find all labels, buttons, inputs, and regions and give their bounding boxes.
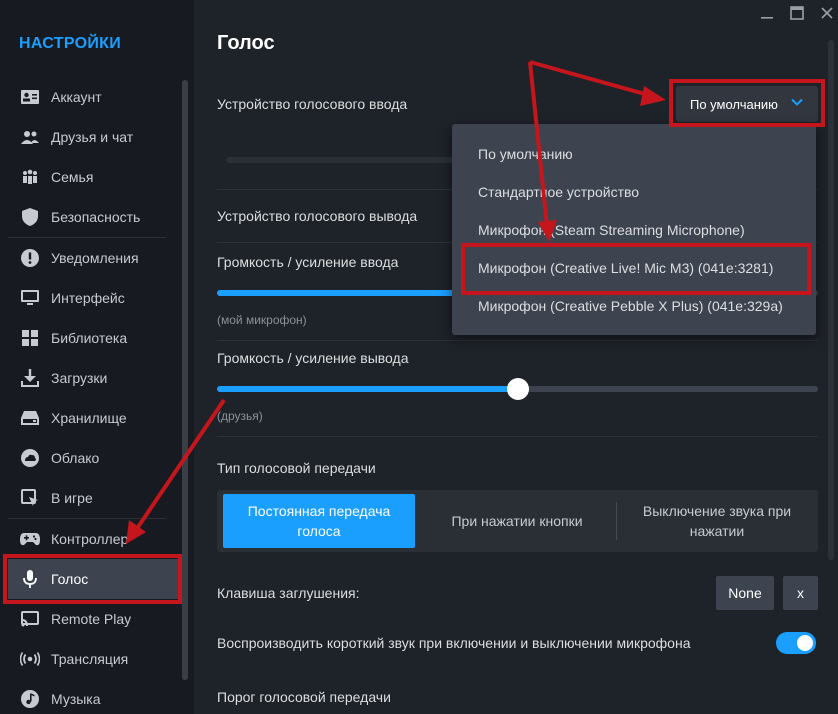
sidebar-item-storage[interactable]: Хранилище xyxy=(8,398,182,438)
sidebar-item-cloud[interactable]: Облако xyxy=(8,438,182,478)
sidebar-item-account[interactable]: Аккаунт xyxy=(8,77,182,117)
annotation-box-dropdown xyxy=(669,79,825,127)
page-title: Голос xyxy=(217,32,275,54)
input-device-label: Устройство голосового ввода xyxy=(217,96,408,112)
sidebar-item-label: Облако xyxy=(51,450,100,466)
output-device-label: Устройство голосового вывода xyxy=(217,208,418,224)
sidebar-item-broadcast[interactable]: Трансляция xyxy=(8,639,182,679)
download-icon xyxy=(20,368,40,388)
transmission-option-push-to-talk[interactable]: При нажатии кнопки xyxy=(417,494,617,548)
sidebar-item-controller[interactable]: Контроллер xyxy=(8,519,182,559)
transmission-label: Тип голосовой передачи xyxy=(217,460,376,476)
output-volume-fill xyxy=(217,386,518,392)
input-volume-fill xyxy=(217,290,457,296)
divider xyxy=(217,436,818,437)
sidebar-item-label: Друзья и чат xyxy=(51,129,134,145)
sidebar-item-family[interactable]: Семья xyxy=(8,157,182,197)
monitor-icon xyxy=(20,288,40,308)
sidebar-item-label: Музыка xyxy=(51,691,101,707)
sidebar-item-label: Безопасность xyxy=(51,209,141,225)
output-volume-hint: (друзья) xyxy=(217,409,263,423)
gamepad-icon xyxy=(20,529,40,549)
sidebar-scrollbar[interactable] xyxy=(182,80,188,680)
sidebar-item-friends[interactable]: Друзья и чат xyxy=(8,117,182,157)
sidebar-item-label: Интерфейс xyxy=(51,290,125,306)
menu-item-steam-streaming-mic[interactable]: Микрофон (Steam Streaming Microphone) xyxy=(478,222,745,238)
input-volume-label: Громкость / усиление ввода xyxy=(217,254,399,270)
music-icon xyxy=(20,689,40,709)
sidebar-item-label: Загрузки xyxy=(51,370,108,386)
sidebar-item-music[interactable]: Музыка xyxy=(8,679,182,714)
sidebar-item-notifications[interactable]: Уведомления xyxy=(8,238,182,278)
id-card-icon xyxy=(20,87,40,107)
menu-item-default[interactable]: По умолчанию xyxy=(478,146,573,162)
drive-icon xyxy=(20,408,40,428)
cast-icon xyxy=(20,609,40,629)
menu-item-standard-device[interactable]: Стандартное устройство xyxy=(478,184,639,200)
divider xyxy=(217,340,818,341)
sidebar: НАСТРОЙКИ Аккаунт Друзья и чат Семья Без… xyxy=(0,0,194,714)
shield-icon xyxy=(20,207,40,227)
alert-icon xyxy=(20,248,40,268)
output-volume-knob[interactable] xyxy=(507,378,529,400)
sidebar-item-label: Контроллер xyxy=(51,531,129,547)
transmission-option-push-to-mute[interactable]: Выключение звука при нажатии xyxy=(617,494,817,548)
close-icon[interactable] xyxy=(818,4,836,22)
sidebar-item-interface[interactable]: Интерфейс xyxy=(8,278,182,318)
sidebar-item-label: В игре xyxy=(51,490,93,506)
minimize-icon[interactable] xyxy=(758,4,776,22)
mute-key-button[interactable]: None xyxy=(716,576,774,610)
mic-test-meter xyxy=(226,157,456,163)
threshold-label: Порог голосовой передачи xyxy=(217,689,391,705)
maximize-icon[interactable] xyxy=(788,4,806,22)
sidebar-item-label: Трансляция xyxy=(51,651,129,667)
mute-key-label: Клавиша заглушения: xyxy=(217,585,360,601)
mute-key-clear-button[interactable]: x xyxy=(783,576,818,610)
sidebar-item-library[interactable]: Библиотека xyxy=(8,318,182,358)
sidebar-item-label: Аккаунт xyxy=(51,89,102,105)
transmission-option-continuous[interactable]: Постоянная передача голоса xyxy=(223,494,415,548)
sidebar-item-remote-play[interactable]: Remote Play xyxy=(8,599,182,639)
sidebar-item-label: Хранилище xyxy=(51,410,127,426)
sidebar-item-label: Библиотека xyxy=(51,330,128,346)
broadcast-icon xyxy=(20,649,40,669)
sidebar-item-downloads[interactable]: Загрузки xyxy=(8,358,182,398)
cloud-icon xyxy=(20,448,40,468)
ingame-icon xyxy=(20,488,40,508)
play-sound-label: Воспроизводить короткий звук при включен… xyxy=(217,635,691,651)
sidebar-item-ingame[interactable]: В игре xyxy=(8,478,182,518)
sidebar-item-label: Remote Play xyxy=(51,611,132,627)
sidebar-title: НАСТРОЙКИ xyxy=(19,35,122,52)
family-icon xyxy=(20,167,40,187)
toggle-knob xyxy=(797,635,813,651)
annotation-box-menu-item xyxy=(461,243,811,295)
transmission-selector: Постоянная передача голоса При нажатии к… xyxy=(217,490,818,552)
sidebar-item-security[interactable]: Безопасность xyxy=(8,197,182,237)
grid-icon xyxy=(20,328,40,348)
annotation-box-voice xyxy=(3,554,182,604)
menu-item-creative-pebble[interactable]: Микрофон (Creative Pebble X Plus) (041e:… xyxy=(478,298,783,314)
friends-icon xyxy=(20,127,40,147)
play-sound-toggle[interactable] xyxy=(776,632,816,654)
sidebar-item-label: Семья xyxy=(51,169,94,185)
content-scrollbar[interactable] xyxy=(828,40,834,560)
sidebar-item-label: Уведомления xyxy=(51,250,139,266)
output-volume-label: Громкость / усиление вывода xyxy=(217,350,409,366)
input-volume-hint: (мой микрофон) xyxy=(217,313,307,327)
